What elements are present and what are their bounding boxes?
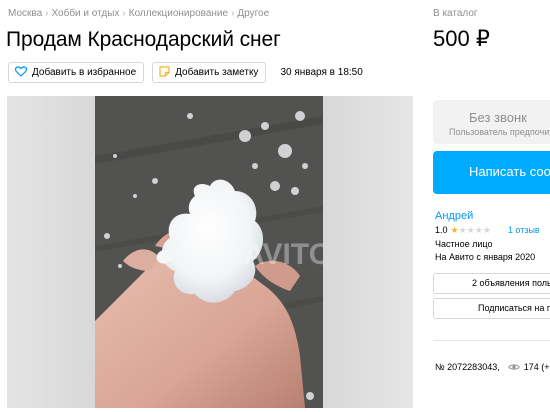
listing-meta: № 2072283043, 174 (+50 xyxy=(435,362,550,372)
page-title: Продам Краснодарский снег xyxy=(6,28,281,51)
breadcrumb-separator: › xyxy=(231,8,235,19)
eye-icon xyxy=(507,363,520,371)
no-calls-subtitle: Пользователь предпочит xyxy=(449,127,550,137)
star-empty-icon: ★ xyxy=(474,224,483,235)
rating-stars: ★ ★ ★ ★ ★ xyxy=(450,224,491,235)
add-note-label: Добавить заметку xyxy=(175,67,259,78)
seller-type: Частное лицо xyxy=(435,239,493,249)
seller-rating: 1.0 ★ ★ ★ ★ ★ 1 отзыв xyxy=(435,225,540,235)
reviews-link[interactable]: 1 отзыв xyxy=(508,225,540,235)
breadcrumb-item-collecting[interactable]: Коллекционирование xyxy=(129,8,228,19)
watermark: AVITO xyxy=(243,238,323,271)
heart-icon xyxy=(14,65,28,80)
views-count: 174 (+50 xyxy=(523,362,550,372)
seller-since: На Авито с января 2020 xyxy=(435,252,536,262)
add-to-favorites-button[interactable]: Добавить в избранное xyxy=(8,62,145,83)
seller-ads-button[interactable]: 2 объявления поль xyxy=(433,273,550,294)
breadcrumb-item-hobby[interactable]: Хобби и отдых xyxy=(51,8,119,19)
write-message-label: Написать сооб xyxy=(469,164,550,179)
publish-date: 30 января в 18:50 xyxy=(280,67,363,78)
no-calls-card: Без звонк Пользователь предпочит xyxy=(433,100,550,144)
write-message-button[interactable]: Написать сооб xyxy=(433,151,550,194)
add-to-favorites-label: Добавить в избранное xyxy=(32,67,137,78)
breadcrumb-item-other[interactable]: Другое xyxy=(237,8,269,19)
photo-gallery[interactable]: AVITO xyxy=(7,96,413,408)
subscribe-label: Подписаться на п xyxy=(478,303,550,313)
subscribe-button[interactable]: Подписаться на п xyxy=(433,298,550,319)
star-empty-icon: ★ xyxy=(466,224,475,235)
seller-ads-label: 2 объявления поль xyxy=(472,278,550,288)
note-icon xyxy=(159,65,170,80)
gallery-blur-left xyxy=(7,96,95,408)
breadcrumb: Москва › Хобби и отдых › Коллекционирование ›… xyxy=(8,8,269,19)
star-empty-icon: ★ xyxy=(458,224,467,235)
breadcrumb-separator: › xyxy=(45,8,49,19)
ad-number: № 2072283043, xyxy=(435,362,500,372)
star-empty-icon: ★ xyxy=(482,224,491,235)
add-note-button[interactable]: Добавить заметку xyxy=(152,62,267,83)
catalog-link[interactable]: В каталог xyxy=(433,8,478,19)
price: 500 ₽ xyxy=(433,26,490,51)
listing-actions: Добавить в избранное Добавить заметку 30… xyxy=(8,62,363,83)
gallery-blur-right xyxy=(323,96,413,408)
breadcrumb-separator: › xyxy=(122,8,126,19)
divider xyxy=(433,340,550,341)
star-filled-icon: ★ xyxy=(450,224,459,235)
breadcrumb-item-moscow[interactable]: Москва xyxy=(8,8,42,19)
no-calls-title: Без звонк xyxy=(469,110,527,125)
listing-photo[interactable]: AVITO xyxy=(95,96,323,408)
seller-name-link[interactable]: Андрей xyxy=(435,210,473,222)
rating-value: 1.0 xyxy=(435,225,448,235)
